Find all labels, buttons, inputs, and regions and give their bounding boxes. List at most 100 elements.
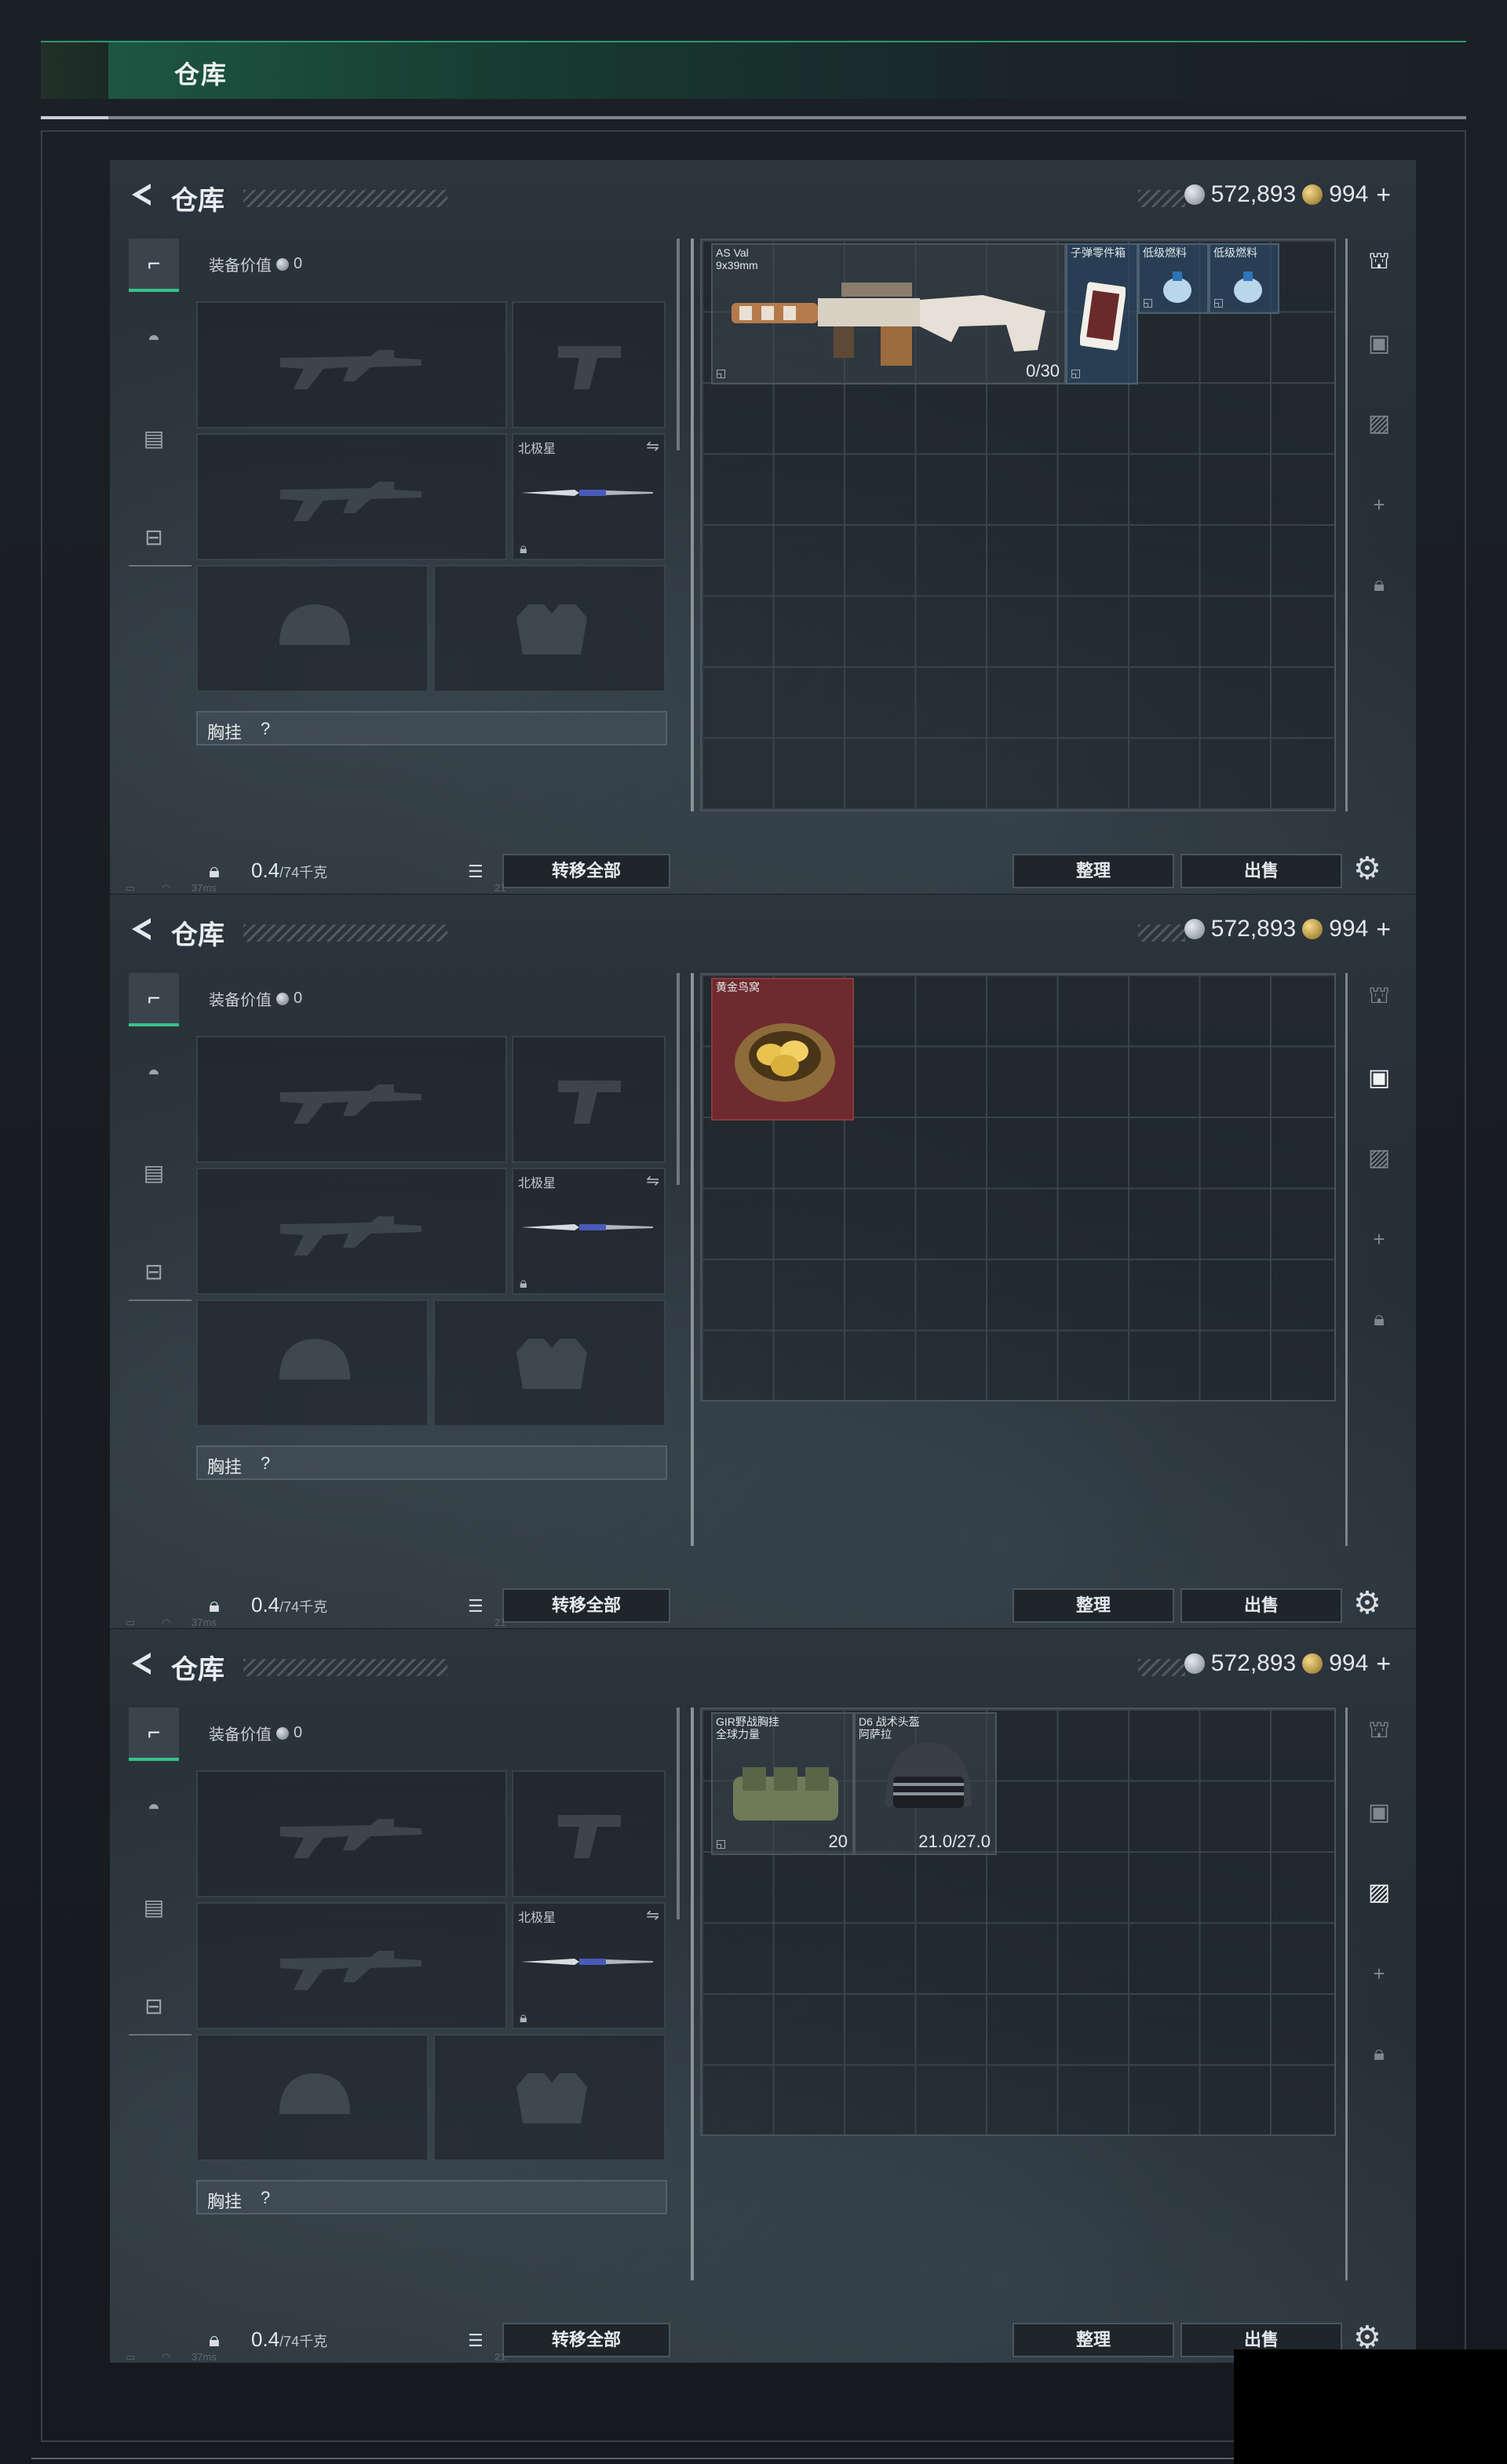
list-icon[interactable]: ☰ [468, 1596, 483, 1617]
sort-button[interactable]: 整理 [1013, 1588, 1174, 1623]
sell-button[interactable]: 出售 [1180, 1588, 1342, 1623]
settings-gear-icon[interactable]: ⚙ [1353, 851, 1381, 887]
storage-tab-2[interactable]: ▣ [1356, 1055, 1402, 1100]
armor-slot[interactable] [433, 1299, 666, 1427]
armor-tab[interactable]: ◓ [129, 314, 179, 364]
melee-slot[interactable]: 北极星 ⇋ 🔒︎ [512, 1168, 666, 1295]
chest-rig-slot[interactable]: 胸挂 ? [196, 711, 667, 745]
armor-tab[interactable]: ◓ [129, 1783, 179, 1833]
backpack-tab[interactable]: ▤ [129, 1147, 179, 1197]
add-storage-button[interactable]: + [1356, 482, 1402, 527]
primary-weapon-slot[interactable] [196, 301, 507, 428]
sell-button[interactable]: 出售 [1180, 854, 1342, 888]
lock-icon[interactable]: 🔒︎ [209, 858, 220, 884]
swap-icon[interactable]: ⇋ [646, 436, 659, 456]
vault-icon: ⛫ [1368, 1717, 1390, 1743]
helmet-slot[interactable] [196, 565, 429, 692]
back-button[interactable] [126, 1648, 157, 1679]
storage-tab-3[interactable]: ▨ [1356, 1869, 1402, 1915]
storage-box-icon: ▣ [1367, 330, 1391, 356]
weapon-tab[interactable]: ⌐ [129, 973, 179, 1026]
chest-rig-help[interactable]: ? [261, 1453, 270, 1474]
list-icon[interactable]: ☰ [468, 2331, 483, 2351]
add-storage-button[interactable]: + [1356, 1951, 1402, 1996]
armor-tab[interactable]: ◓ [129, 1048, 179, 1099]
pistol-slot[interactable] [512, 301, 666, 428]
swap-icon[interactable]: ⇋ [646, 1905, 659, 1925]
fuel-canister-image [1163, 272, 1191, 303]
case-tab[interactable]: ⊟ [129, 1246, 179, 1296]
storage-grid[interactable]: AS Val 9x39mm 0/30 ◱ 子弹零件箱 ◱ 低级燃料 ◱ 低级燃料… [700, 239, 1336, 811]
item-ammo-parts-box[interactable]: 子弹零件箱 ◱ [1066, 243, 1138, 385]
storage-tab-main[interactable]: ⛫ [1356, 975, 1402, 1020]
helmet-slot[interactable] [196, 1299, 429, 1427]
storage-area: AS Val 9x39mm 0/30 ◱ 子弹零件箱 ◱ 低级燃料 ◱ 低级燃料… [691, 239, 1336, 811]
melee-slot[interactable]: 北极星 ⇋ 🔒︎ [512, 1902, 666, 2029]
list-icon[interactable]: ☰ [468, 862, 483, 882]
pistol-slot[interactable] [512, 1036, 666, 1163]
equipment-scrollbar[interactable] [677, 1708, 680, 1919]
item-low-fuel[interactable]: 低级燃料 ◱ [1138, 243, 1209, 314]
equip-value-label: 装备价值 [209, 992, 272, 1009]
equipment-scrollbar[interactable] [677, 973, 680, 1185]
item-name: 低级燃料 [1213, 246, 1257, 259]
weight-readout: 0.4/74千克 [251, 1593, 327, 1617]
back-button[interactable] [126, 913, 157, 945]
chest-rig-help[interactable]: ? [261, 719, 270, 739]
equipment-scrollbar[interactable] [677, 239, 680, 450]
storage-tab-main[interactable]: ⛫ [1356, 1709, 1402, 1755]
tag-icon: ◱ [1213, 296, 1224, 308]
sort-button[interactable]: 整理 [1013, 2323, 1174, 2357]
storage-tab-2[interactable]: ▣ [1356, 320, 1402, 366]
storage-scrollbar[interactable] [1345, 239, 1348, 811]
silver-amount: 572,893 [1210, 181, 1297, 207]
item-as-val[interactable]: AS Val 9x39mm 0/30 ◱ [711, 243, 1066, 385]
armor-slot[interactable] [433, 2034, 666, 2161]
weight-readout: 0.4/74千克 [251, 2327, 327, 2352]
storage-tab-2[interactable]: ▣ [1356, 1789, 1402, 1835]
add-currency-button[interactable]: + [1376, 1649, 1391, 1679]
pistol-slot[interactable] [512, 1770, 666, 1897]
secondary-weapon-slot[interactable] [196, 1902, 507, 2029]
weapon-tab[interactable]: ⌐ [129, 1708, 179, 1761]
add-currency-button[interactable]: + [1376, 180, 1391, 210]
storage-scrollbar[interactable] [1345, 1708, 1348, 2280]
armor-slot[interactable] [433, 565, 666, 692]
storage-scrollbar[interactable] [1345, 973, 1348, 1546]
add-storage-button[interactable]: + [1356, 1216, 1402, 1262]
item-golden-nest[interactable]: 黄金鸟窝 [711, 978, 854, 1121]
case-tab[interactable]: ⊟ [129, 512, 179, 562]
backpack-tab[interactable]: ▤ [129, 1882, 179, 1932]
melee-slot[interactable]: 北极星 ⇋ 🔒︎ [512, 433, 666, 560]
lock-icon[interactable]: 🔒︎ [209, 1593, 220, 1618]
storage-grid[interactable]: 黄金鸟窝 [700, 973, 1336, 1401]
chest-rig-slot[interactable]: 胸挂 ? [196, 1445, 667, 1480]
helmet-slot[interactable] [196, 2034, 429, 2161]
secondary-weapon-slot[interactable] [196, 1168, 507, 1295]
sort-button[interactable]: 整理 [1013, 854, 1174, 888]
primary-weapon-slot[interactable] [196, 1770, 507, 1897]
rifle-placeholder-icon [276, 1069, 425, 1135]
chest-rig-slot[interactable]: 胸挂 ? [196, 2180, 667, 2214]
lock-icon[interactable]: 🔒︎ [209, 2327, 220, 2353]
storage-grid[interactable]: GIR野战胸挂 全球力量 20 ◱ D6 战术头盔 阿萨拉 21.0/27.0 [700, 1708, 1336, 2136]
secondary-weapon-slot[interactable] [196, 433, 507, 560]
item-low-fuel[interactable]: 低级燃料 ◱ [1209, 243, 1279, 314]
swap-icon[interactable]: ⇋ [646, 1171, 659, 1190]
item-gir-chest-rig[interactable]: GIR野战胸挂 全球力量 20 ◱ [711, 1712, 854, 1855]
storage-tab-3[interactable]: ▨ [1356, 1135, 1402, 1180]
weapon-tab[interactable]: ⌐ [129, 239, 179, 292]
item-d6-helmet[interactable]: D6 战术头盔 阿萨拉 21.0/27.0 [854, 1712, 997, 1855]
status-number: 21 [494, 1617, 506, 1628]
primary-weapon-slot[interactable] [196, 1036, 507, 1163]
knife-image [520, 1956, 655, 1968]
helmet-placeholder-icon [272, 2067, 358, 2134]
backpack-tab[interactable]: ▤ [129, 413, 179, 463]
settings-gear-icon[interactable]: ⚙ [1353, 1585, 1381, 1621]
chest-rig-help[interactable]: ? [261, 2188, 270, 2208]
back-button[interactable] [126, 179, 157, 210]
storage-tab-3[interactable]: ▨ [1356, 400, 1402, 446]
storage-tab-main[interactable]: ⛫ [1356, 240, 1402, 286]
case-tab[interactable]: ⊟ [129, 1981, 179, 2031]
add-currency-button[interactable]: + [1376, 915, 1391, 944]
